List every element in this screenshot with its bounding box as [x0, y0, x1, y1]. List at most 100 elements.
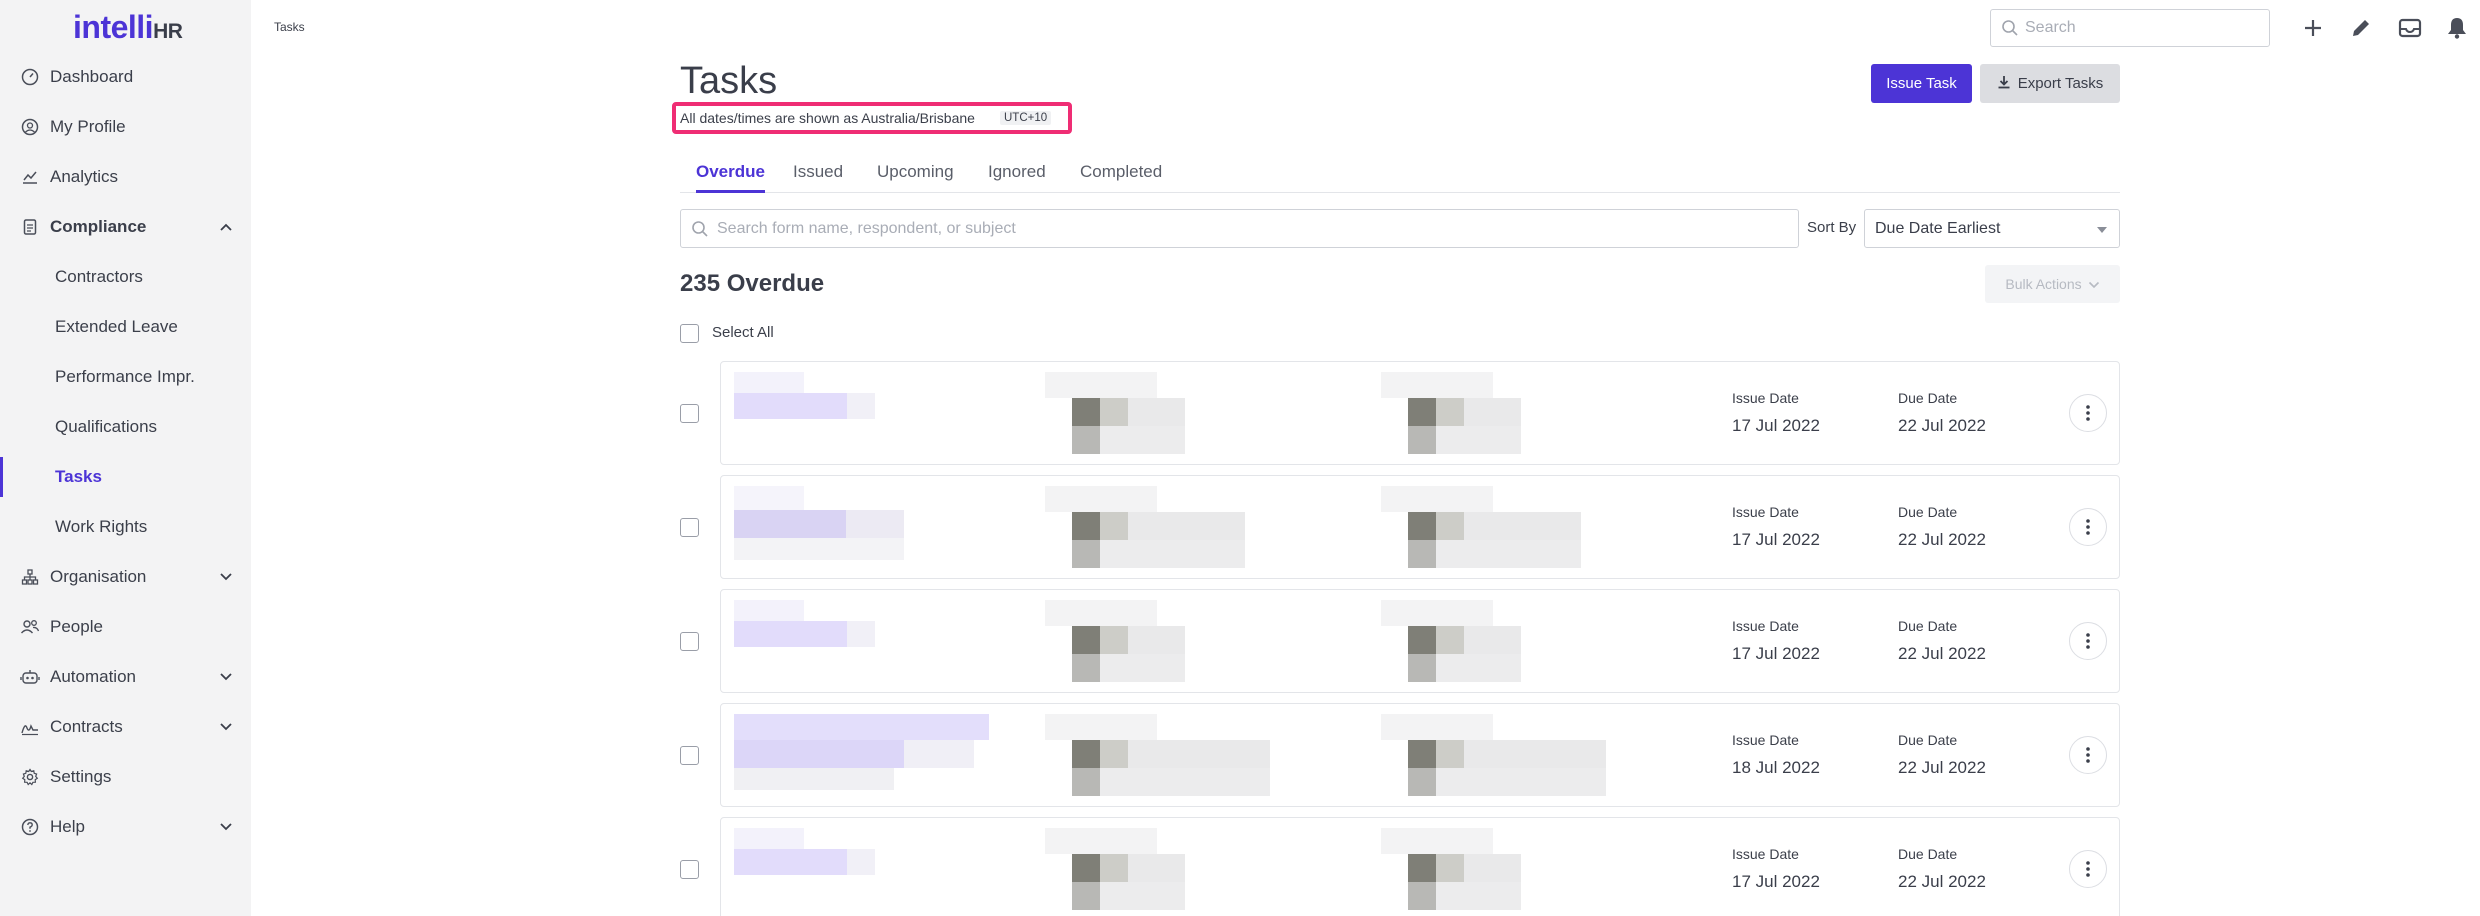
sidebar-item-qualifications[interactable]: Qualifications: [0, 407, 251, 447]
sidebar: intelliHR Dashboard My Profile Analytics…: [0, 0, 251, 916]
sidebar-item-help[interactable]: Help: [0, 807, 251, 847]
edit-icon[interactable]: [2348, 15, 2374, 41]
sidebar-item-performance-improvement[interactable]: Performance Impr.: [0, 357, 251, 397]
chevron-down-icon[interactable]: [216, 567, 236, 587]
select-all-checkbox[interactable]: [680, 324, 699, 343]
redacted-block: [1072, 626, 1100, 654]
task-card[interactable]: Issue Date 17 Jul 2022 Due Date 22 Jul 2022: [720, 361, 2120, 465]
sidebar-item-my-profile[interactable]: My Profile: [0, 107, 251, 147]
due-date-value: 22 Jul 2022: [1898, 872, 1986, 891]
redacted-block: [1381, 372, 1493, 398]
issue-date-value: 17 Jul 2022: [1732, 416, 1820, 435]
redacted-block: [1072, 398, 1100, 426]
issue-date-label: Issue Date: [1732, 732, 1799, 748]
sidebar-item-label: My Profile: [50, 117, 126, 136]
due-date-value: 22 Jul 2022: [1898, 644, 1986, 663]
redacted-block: [1464, 854, 1521, 882]
sidebar-item-people[interactable]: People: [0, 607, 251, 647]
brand-logo[interactable]: intelliHR: [73, 9, 183, 46]
automation-icon: [20, 667, 40, 687]
redacted-block: [1436, 882, 1521, 910]
more-options-button[interactable]: [2069, 394, 2107, 432]
sidebar-item-label: Settings: [50, 767, 112, 786]
sidebar-item-work-rights[interactable]: Work Rights: [0, 507, 251, 547]
row-checkbox[interactable]: [680, 860, 699, 879]
redacted-block: [1464, 512, 1581, 540]
sort-select[interactable]: Due Date Earliest: [1864, 209, 2120, 248]
sidebar-item-tasks[interactable]: Tasks: [0, 457, 251, 497]
task-card[interactable]: Issue Date 17 Jul 2022 Due Date 22 Jul 2022: [720, 475, 2120, 579]
tab-ignored[interactable]: Ignored: [988, 162, 1046, 193]
redacted-block: [1072, 540, 1100, 568]
redacted-block: [734, 828, 804, 850]
row-checkbox[interactable]: [680, 746, 699, 765]
issue-date-value: 17 Jul 2022: [1732, 644, 1820, 663]
redacted-block: [1100, 626, 1128, 654]
organisation-icon: [20, 567, 40, 587]
tab-upcoming[interactable]: Upcoming: [877, 162, 954, 193]
row-checkbox[interactable]: [680, 518, 699, 537]
sidebar-item-contracts[interactable]: Contracts: [0, 707, 251, 747]
issue-task-button[interactable]: Issue Task: [1871, 64, 1972, 103]
sidebar-item-dashboard[interactable]: Dashboard: [0, 57, 251, 97]
search-icon: [2001, 19, 2019, 42]
task-search[interactable]: [680, 209, 1799, 248]
tab-completed[interactable]: Completed: [1080, 162, 1162, 193]
sidebar-item-label: People: [50, 617, 103, 636]
bell-icon[interactable]: [2444, 15, 2470, 41]
tab-overdue[interactable]: Overdue: [696, 162, 765, 193]
chevron-up-icon[interactable]: [216, 217, 236, 237]
sidebar-item-settings[interactable]: Settings: [0, 757, 251, 797]
global-search-input[interactable]: [2025, 16, 2255, 40]
more-options-button[interactable]: [2069, 850, 2107, 888]
more-options-button[interactable]: [2069, 736, 2107, 774]
row-checkbox[interactable]: [680, 404, 699, 423]
task-card[interactable]: Issue Date 17 Jul 2022 Due Date 22 Jul 2022: [720, 817, 2120, 916]
task-search-input[interactable]: [717, 217, 1787, 241]
chevron-down-icon: [2088, 276, 2100, 292]
contracts-icon: [20, 717, 40, 737]
redacted-block: [1072, 740, 1100, 768]
add-icon[interactable]: [2300, 15, 2326, 41]
sidebar-item-compliance[interactable]: Compliance: [0, 207, 251, 247]
bulk-actions-label: Bulk Actions: [2005, 276, 2082, 292]
kebab-icon: [2086, 405, 2090, 421]
redacted-block: [1045, 372, 1157, 398]
redacted-block: [1436, 540, 1581, 568]
task-card[interactable]: Issue Date 17 Jul 2022 Due Date 22 Jul 2022: [720, 589, 2120, 693]
row-checkbox[interactable]: [680, 632, 699, 651]
sidebar-item-organisation[interactable]: Organisation: [0, 557, 251, 597]
redacted-block: [1128, 854, 1185, 882]
redacted-block: [734, 393, 847, 419]
task-card[interactable]: Issue Date 18 Jul 2022 Due Date 22 Jul 2022: [720, 703, 2120, 807]
redacted-block: [1381, 828, 1493, 854]
export-tasks-button[interactable]: Export Tasks: [1980, 64, 2120, 103]
issue-date-value: 18 Jul 2022: [1732, 758, 1820, 777]
chevron-down-icon[interactable]: [216, 717, 236, 737]
more-options-button[interactable]: [2069, 508, 2107, 546]
redacted-block: [1408, 626, 1436, 654]
more-options-button[interactable]: [2069, 622, 2107, 660]
sidebar-item-contractors[interactable]: Contractors: [0, 257, 251, 297]
tab-issued[interactable]: Issued: [793, 162, 843, 193]
redacted-block: [1408, 740, 1436, 768]
sidebar-item-extended-leave[interactable]: Extended Leave: [0, 307, 251, 347]
sidebar-item-label: Analytics: [50, 167, 119, 186]
redacted-block: [1072, 882, 1100, 910]
issue-date-label: Issue Date: [1732, 390, 1799, 406]
redacted-block: [1100, 540, 1245, 568]
redacted-block: [1045, 486, 1157, 512]
inbox-icon[interactable]: [2397, 15, 2423, 41]
chevron-down-icon[interactable]: [216, 667, 236, 687]
global-search[interactable]: [1990, 9, 2270, 47]
redacted-block: [1072, 426, 1100, 454]
due-date-value: 22 Jul 2022: [1898, 758, 1986, 777]
redacted-block: [1045, 600, 1157, 626]
chevron-down-icon[interactable]: [216, 817, 236, 837]
due-date-label: Due Date: [1898, 618, 1958, 634]
bulk-actions-button[interactable]: Bulk Actions: [1985, 265, 2120, 303]
sidebar-item-analytics[interactable]: Analytics: [0, 157, 251, 197]
sidebar-item-automation[interactable]: Automation: [0, 657, 251, 697]
redacted-block: [1464, 626, 1521, 654]
issue-date-label: Issue Date: [1732, 618, 1799, 634]
